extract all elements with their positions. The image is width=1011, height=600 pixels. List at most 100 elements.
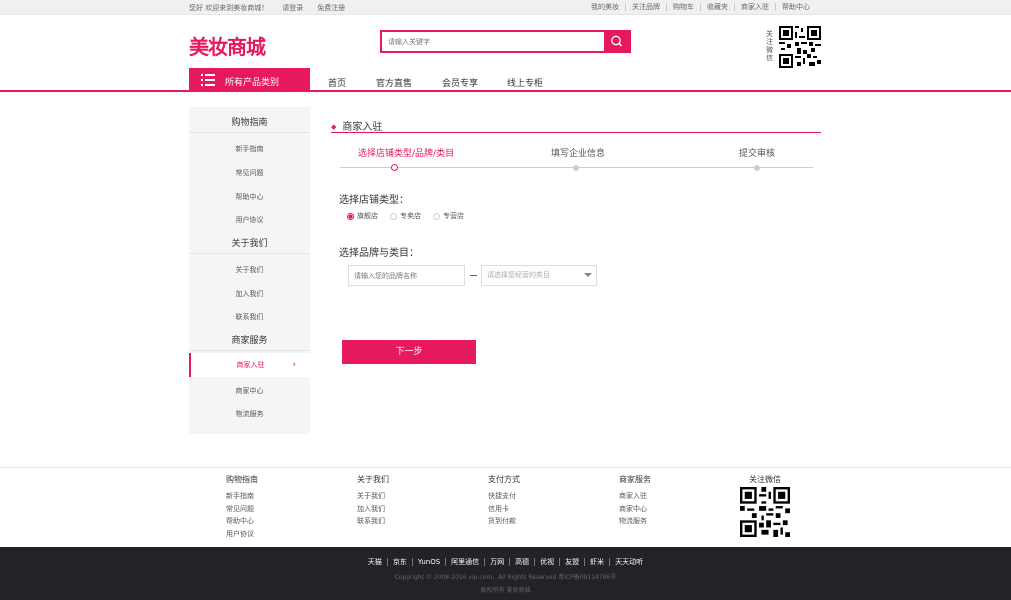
nav-divider bbox=[0, 90, 1011, 92]
footer-column-about-us: 关于我们 关于我们 加入我们 联系我们 bbox=[357, 474, 389, 528]
next-step-button[interactable]: 下一步 bbox=[342, 340, 476, 364]
footer-link[interactable]: 常见问题 bbox=[226, 503, 258, 516]
register-link[interactable]: 免费注册 bbox=[317, 3, 345, 13]
sidebar-item-join-us[interactable]: 加入我们 bbox=[189, 289, 310, 299]
footer-link[interactable]: 关于我们 bbox=[357, 490, 389, 503]
chevron-right-icon: › bbox=[292, 360, 296, 370]
partner-link[interactable]: 万网 bbox=[484, 558, 510, 566]
merchant-join-link[interactable]: 商家入驻 bbox=[734, 3, 775, 11]
sidebar-item-beginners-guide[interactable]: 新手指南 bbox=[189, 144, 310, 154]
partner-link[interactable]: 天天动听 bbox=[609, 558, 649, 566]
brand-name-input[interactable] bbox=[348, 265, 465, 286]
footer-link[interactable]: 快捷支付 bbox=[488, 490, 520, 503]
search-button[interactable] bbox=[604, 32, 629, 51]
footer-link[interactable]: 信用卡 bbox=[488, 503, 520, 516]
sidebar-item-merchant-center[interactable]: 商家中心 bbox=[189, 386, 310, 396]
cart-link[interactable]: 购物车 bbox=[666, 3, 700, 11]
radio-franchise-store[interactable]: 专营店 bbox=[433, 211, 464, 221]
footer-column-merchant-services: 商家服务 商家入驻 商家中心 物流服务 bbox=[619, 474, 651, 528]
rights-text: 版权所有 美妆商城 bbox=[480, 587, 531, 594]
partner-link[interactable]: YunOS bbox=[411, 558, 446, 566]
login-link[interactable]: 请登录 bbox=[282, 3, 303, 13]
footer-column-payment: 支付方式 快捷支付 信用卡 货到付款 bbox=[488, 474, 520, 528]
partner-link[interactable]: 虾米 bbox=[584, 558, 610, 566]
menu-icon bbox=[201, 74, 215, 86]
separator-dash bbox=[470, 275, 477, 276]
partner-link[interactable]: 京东 bbox=[386, 558, 412, 566]
partner-link[interactable]: 友盟 bbox=[559, 558, 585, 566]
diamond-icon: ◆ bbox=[331, 123, 337, 131]
sidebar-item-label: 商家入驻 bbox=[236, 361, 265, 369]
sidebar-item-about-us[interactable]: 关于我们 bbox=[189, 265, 310, 275]
footer-link[interactable]: 联系我们 bbox=[357, 515, 389, 528]
partner-links: 天猫 京东 YunOS 阿里通信 万网 高德 优视 友盟 虾米 天天动听 bbox=[0, 557, 1011, 567]
footer-column-title: 商家服务 bbox=[619, 475, 651, 484]
category-select-placeholder: 请选择您经营的类目 bbox=[487, 271, 550, 279]
nav-member-exclusive[interactable]: 会员专享 bbox=[442, 76, 478, 89]
partner-link[interactable]: 高德 bbox=[509, 558, 535, 566]
step-3-marker bbox=[754, 165, 760, 171]
footer-wechat-label: 关注微信 bbox=[749, 475, 781, 484]
search-icon bbox=[611, 35, 622, 47]
radio-unchecked-icon bbox=[390, 212, 397, 220]
sidebar-group-shopping-guide: 购物指南 bbox=[189, 113, 310, 133]
sidebar-item-faq[interactable]: 常见问题 bbox=[189, 168, 310, 178]
footer-column-title: 支付方式 bbox=[488, 475, 520, 484]
footer-column-shopping-guide: 购物指南 新手指南 常见问题 帮助中心 用户协议 bbox=[226, 474, 258, 541]
favorites-link[interactable]: 收藏夹 bbox=[700, 3, 734, 11]
qr-code-icon bbox=[740, 487, 790, 537]
site-logo[interactable]: 美妆商城 bbox=[189, 31, 266, 60]
footer-link[interactable]: 货到付款 bbox=[488, 515, 520, 528]
footer-link[interactable]: 用户协议 bbox=[226, 528, 258, 541]
nav-official-store[interactable]: 官方直售 bbox=[376, 76, 412, 89]
top-bar: 您好 欢迎来到美妆商城！ 请登录 免费注册 我的美妆 关注品牌 购物车 收藏夹 … bbox=[0, 0, 1011, 15]
footer-link[interactable]: 新手指南 bbox=[226, 490, 258, 503]
search-input[interactable] bbox=[382, 32, 606, 51]
footer-column-title: 购物指南 bbox=[226, 475, 258, 484]
footer-link[interactable]: 帮助中心 bbox=[226, 515, 258, 528]
step-3-label: 提交审核 bbox=[739, 149, 776, 159]
welcome-text: 您好 欢迎来到美妆商城！ bbox=[189, 4, 269, 12]
partner-link[interactable]: 天猫 bbox=[363, 558, 387, 566]
sidebar-item-help-center[interactable]: 帮助中心 bbox=[189, 192, 310, 202]
footer-link[interactable]: 商家中心 bbox=[619, 503, 651, 516]
sidebar-group-about-us: 关于我们 bbox=[189, 234, 310, 254]
store-type-label: 选择店铺类型： bbox=[339, 195, 409, 206]
title-divider bbox=[331, 132, 821, 133]
sidebar-item-logistics[interactable]: 物流服务 bbox=[189, 409, 310, 419]
footer-link[interactable]: 加入我们 bbox=[357, 503, 389, 516]
radio-specialty-store[interactable]: 专卖店 bbox=[390, 211, 421, 221]
sidebar-item-user-agreement[interactable]: 用户协议 bbox=[189, 215, 310, 225]
step-2-label: 填写企业信息 bbox=[551, 149, 606, 159]
radio-checked-icon bbox=[347, 212, 354, 220]
sidebar-item-contact-us[interactable]: 联系我们 bbox=[189, 312, 310, 322]
page-title: ◆ 商家入驻 bbox=[331, 118, 382, 133]
qr-code-icon bbox=[779, 26, 821, 68]
radio-label: 旗舰店 bbox=[357, 212, 378, 220]
footer-link[interactable]: 物流服务 bbox=[619, 515, 651, 528]
nav-home[interactable]: 首页 bbox=[328, 76, 346, 89]
footer-column-title: 关于我们 bbox=[357, 475, 389, 484]
search-box bbox=[380, 30, 631, 53]
all-categories-button[interactable]: 所有产品类别 bbox=[189, 68, 310, 92]
partner-link[interactable]: 阿里通信 bbox=[445, 558, 485, 566]
follow-wechat-label: 关注微信 bbox=[766, 30, 773, 62]
nav-online-counter[interactable]: 线上专柜 bbox=[507, 76, 543, 89]
my-account-link[interactable]: 我的美妆 bbox=[585, 3, 625, 11]
chevron-down-icon bbox=[584, 273, 592, 277]
footer-divider bbox=[0, 467, 1011, 468]
sidebar-item-merchant-join[interactable]: 商家入驻 › bbox=[189, 353, 310, 377]
help-center-link[interactable]: 帮助中心 bbox=[775, 3, 816, 11]
followed-brands-link[interactable]: 关注品牌 bbox=[625, 3, 666, 11]
copyright-text: Copyright © 2008-2016 vip.com，All Rights… bbox=[394, 574, 617, 581]
radio-label: 专营店 bbox=[443, 212, 464, 220]
footer-link[interactable]: 商家入驻 bbox=[619, 490, 651, 503]
step-2-marker bbox=[573, 165, 579, 171]
partner-link[interactable]: 优视 bbox=[534, 558, 560, 566]
category-select[interactable]: 请选择您经营的类目 bbox=[481, 265, 597, 286]
step-1-label: 选择店铺类型/品牌/类目 bbox=[358, 149, 455, 159]
radio-flagship-store[interactable]: 旗舰店 bbox=[347, 211, 378, 221]
all-categories-label: 所有产品类别 bbox=[225, 78, 280, 88]
sidebar-group-merchant-services: 商家服务 bbox=[189, 331, 310, 351]
brand-category-label: 选择品牌与类目： bbox=[339, 248, 419, 259]
